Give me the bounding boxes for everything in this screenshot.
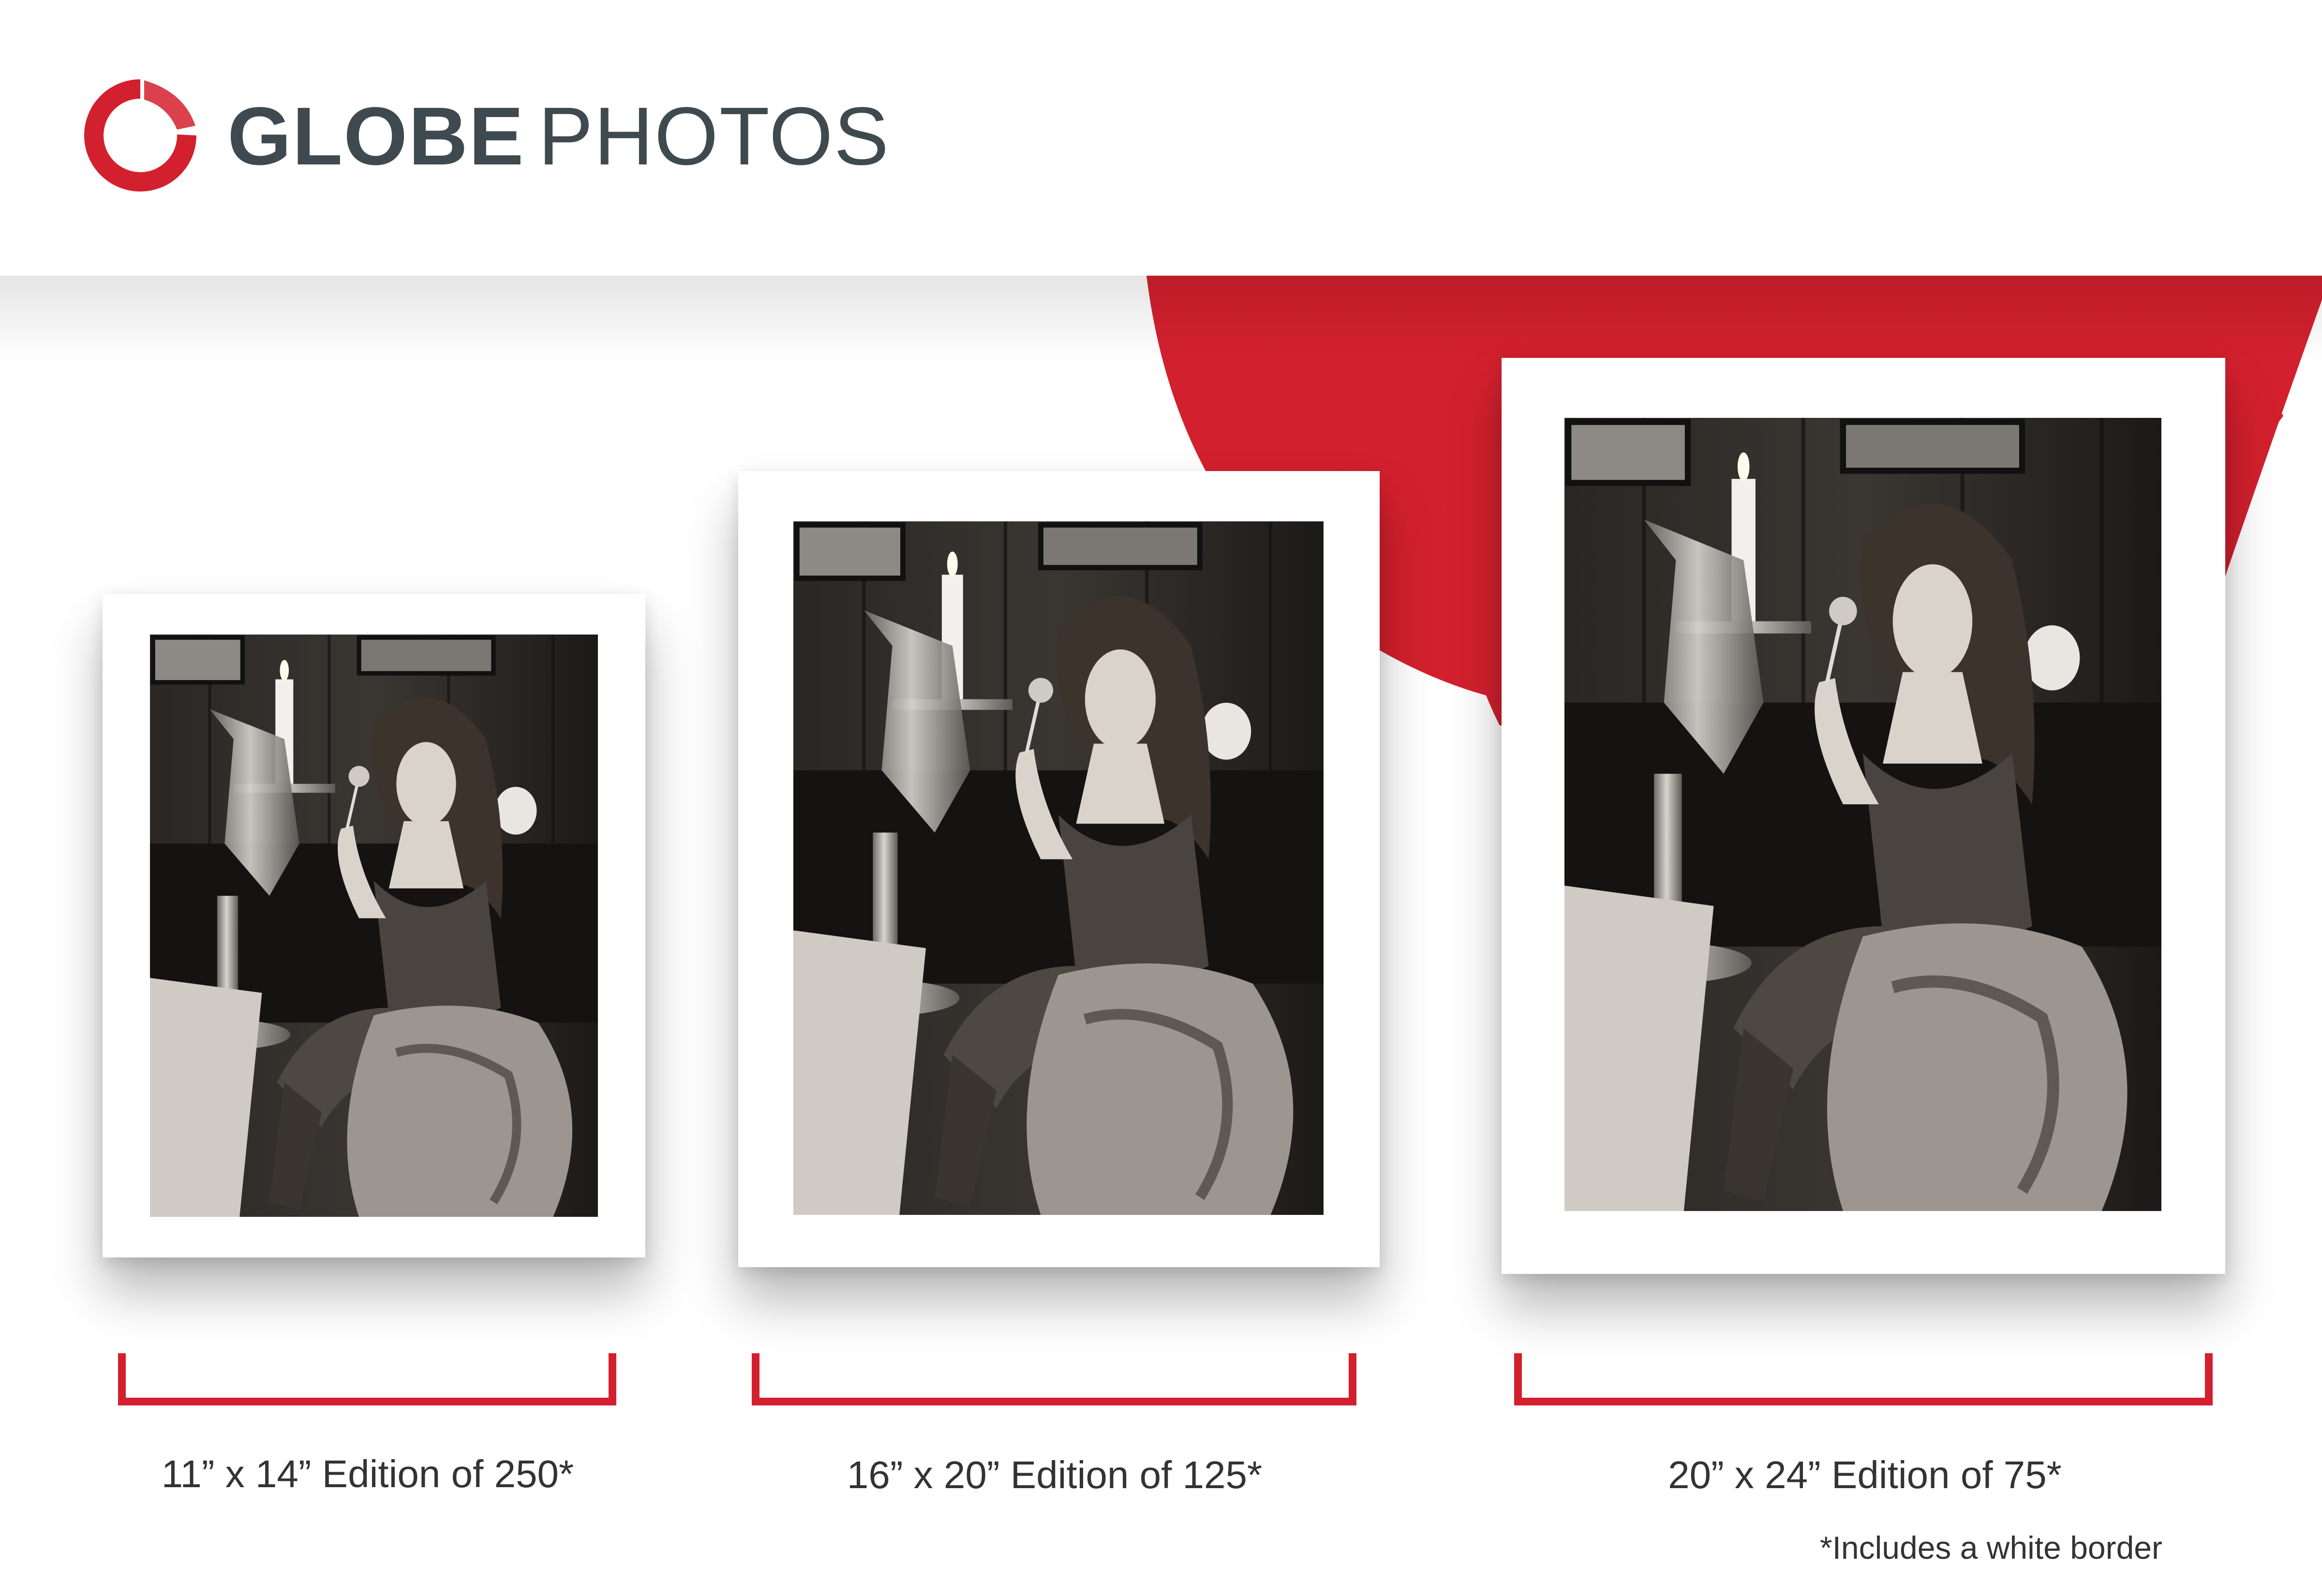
print-large[interactable] bbox=[1502, 358, 2225, 1274]
portrait-photo bbox=[793, 521, 1324, 1215]
print-medium[interactable] bbox=[738, 471, 1380, 1267]
edition-caption-small: 11” x 14” Edition of 250* bbox=[161, 1452, 574, 1495]
portrait-photo bbox=[1564, 418, 2161, 1211]
brand-name-bold: GLOBE bbox=[227, 90, 525, 182]
header-shadow bbox=[0, 276, 2322, 363]
photo-large bbox=[1564, 418, 2161, 1211]
edition-caption-medium: 16” x 20” Edition of 125* bbox=[847, 1453, 1263, 1496]
size-bracket-large bbox=[1514, 1353, 2213, 1406]
border-footnote: *Includes a white border bbox=[1819, 1530, 2162, 1566]
size-bracket-small bbox=[118, 1353, 616, 1406]
print-small[interactable] bbox=[103, 594, 645, 1257]
brand-wordmark: GLOBE PHOTOS bbox=[227, 88, 890, 185]
size-bracket-medium bbox=[752, 1353, 1356, 1406]
photo-small bbox=[150, 635, 598, 1217]
portrait-photo bbox=[150, 635, 598, 1217]
edition-caption-large: 20” x 24” Edition of 75* bbox=[1668, 1453, 2062, 1496]
site-header: GLOBE PHOTOS bbox=[0, 0, 2322, 276]
globe-ring-icon bbox=[84, 79, 196, 192]
brand-logo[interactable]: GLOBE PHOTOS bbox=[77, 73, 900, 198]
brand-name-light: PHOTOS bbox=[538, 90, 890, 182]
photo-medium bbox=[793, 521, 1324, 1215]
promo-canvas: GLOBE PHOTOS 11” x 14” Edition of 250* 1… bbox=[0, 0, 2322, 1596]
